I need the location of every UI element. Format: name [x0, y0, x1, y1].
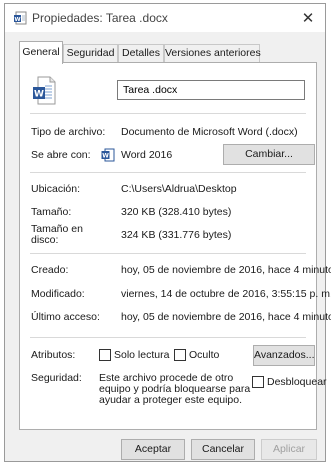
advanced-button[interactable]: Avanzados...	[253, 345, 315, 366]
change-button[interactable]: Cambiar...	[223, 144, 315, 165]
hidden-label[interactable]: Oculto	[189, 349, 219, 361]
tab-previous-versions[interactable]: Versiones anteriores	[164, 44, 261, 63]
modified-value: viernes, 14 de octubre de 2016, 3:55:15 …	[121, 288, 331, 300]
properties-dialog: W Propiedades: Tarea .docx ✕ General Seg…	[4, 3, 331, 462]
size-on-disk-value: 324 KB (331.776 bytes)	[121, 229, 232, 241]
svg-text:W: W	[34, 90, 44, 100]
separator	[30, 337, 306, 338]
window-title: Propiedades: Tarea .docx	[32, 11, 168, 25]
filename-input[interactable]	[117, 80, 305, 100]
security-label: Seguridad:	[31, 372, 82, 384]
unblock-label[interactable]: Desbloquear	[267, 376, 327, 388]
svg-text:W: W	[14, 17, 20, 23]
file-type-value: Documento de Microsoft Word (.docx)	[121, 126, 298, 138]
close-button[interactable]: ✕	[297, 7, 319, 29]
unblock-checkbox[interactable]	[252, 376, 264, 388]
attributes-label: Atributos:	[31, 349, 76, 361]
separator	[30, 113, 306, 114]
word-app-icon: W	[101, 148, 115, 162]
cancel-button[interactable]: Cancelar	[191, 439, 255, 460]
accept-button[interactable]: Aceptar	[121, 439, 185, 460]
tab-general[interactable]: General	[19, 41, 63, 64]
location-label: Ubicación:	[31, 183, 81, 195]
modified-label: Modificado:	[31, 288, 85, 300]
readonly-checkbox[interactable]	[99, 349, 111, 361]
apply-button[interactable]: Aplicar	[261, 439, 317, 460]
opens-with-value: Word 2016	[121, 149, 173, 161]
accessed-label: Último acceso:	[31, 311, 100, 323]
word-document-icon: W	[33, 76, 56, 105]
title-bar[interactable]: W Propiedades: Tarea .docx ✕	[5, 4, 325, 32]
location-value: C:\Users\Aldrua\Desktop	[121, 183, 237, 195]
tab-details[interactable]: Detalles	[118, 44, 164, 63]
created-label: Creado:	[31, 264, 69, 276]
created-value: hoy, 05 de noviembre de 2016, hace 4 min…	[121, 264, 331, 276]
tab-security[interactable]: Seguridad	[63, 44, 118, 63]
readonly-label[interactable]: Solo lectura	[114, 349, 169, 361]
size-value: 320 KB (328.410 bytes)	[121, 206, 232, 218]
size-on-disk-label-line2: disco:	[31, 234, 59, 246]
accessed-value: hoy, 05 de noviembre de 2016, hace 4 min…	[121, 311, 331, 323]
opens-with-label: Se abre con:	[31, 149, 91, 161]
size-label: Tamaño:	[31, 206, 72, 218]
svg-text:W: W	[102, 152, 109, 159]
word-document-icon: W	[14, 11, 27, 25]
file-type-label: Tipo de archivo:	[31, 126, 106, 138]
close-icon: ✕	[301, 9, 315, 27]
separator	[30, 253, 306, 254]
hidden-checkbox[interactable]	[174, 349, 186, 361]
separator	[30, 172, 306, 173]
security-text-line3: ayudar a proteger este equipo.	[99, 394, 243, 406]
general-panel: W Tipo de archivo: Documento de Microsof…	[19, 62, 331, 430]
